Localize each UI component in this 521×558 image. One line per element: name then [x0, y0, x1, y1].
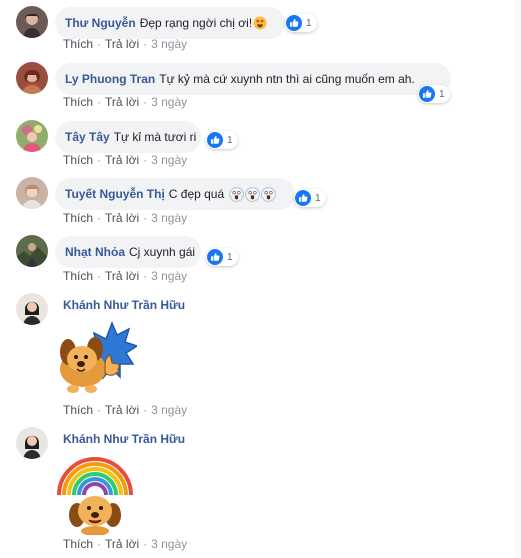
like-reaction-icon: [207, 249, 223, 265]
comment-author[interactable]: Thư Nguyễn: [65, 16, 136, 30]
separator: ·: [143, 537, 148, 551]
reply-link[interactable]: Trả lời: [105, 269, 139, 283]
like-link[interactable]: Thích: [63, 403, 93, 417]
comment-actions: Thích · Trả lời · 3 ngày: [63, 403, 187, 417]
timestamp[interactable]: 3 ngày: [151, 37, 187, 51]
avatar[interactable]: [16, 177, 48, 209]
reply-link[interactable]: Trả lời: [105, 537, 139, 551]
comment-thread: Thư Nguyễn Đẹp rạng ngời chị ơi! 1 Thích…: [0, 0, 521, 558]
separator: ·: [143, 153, 148, 167]
screaming-face-emoji-icon: [261, 186, 277, 202]
avatar[interactable]: [16, 62, 48, 94]
dog-thumbs-up-sticker: [55, 319, 139, 402]
separator: ·: [97, 95, 102, 109]
screaming-emoji-group: [228, 186, 277, 202]
separator: ·: [97, 537, 102, 551]
like-reaction-icon: [207, 132, 223, 148]
comment-bubble: Ly Phuong Tran Tự kỷ mà cứ xuynh ntn thì…: [55, 63, 451, 95]
timestamp[interactable]: 3 ngày: [151, 153, 187, 167]
separator: ·: [143, 37, 148, 51]
like-link[interactable]: Thích: [63, 211, 93, 225]
comment-text: Đẹp rạng ngời chị ơi!: [139, 16, 253, 30]
timestamp[interactable]: 3 ngày: [151, 403, 187, 417]
like-reaction-icon: [286, 15, 302, 31]
separator: ·: [143, 403, 148, 417]
separator: ·: [97, 153, 102, 167]
separator: ·: [97, 211, 102, 225]
avatar[interactable]: [16, 6, 48, 38]
comment-author[interactable]: Ly Phuong Tran: [65, 72, 155, 86]
scrollbar-track[interactable]: [515, 0, 521, 558]
timestamp[interactable]: 3 ngày: [151, 95, 187, 109]
reply-link[interactable]: Trả lời: [105, 403, 139, 417]
comment-author[interactable]: Tuyết Nguyễn Thị: [65, 187, 165, 201]
like-link[interactable]: Thích: [63, 37, 93, 51]
comment-author[interactable]: Tây Tây: [65, 130, 110, 144]
comment-author[interactable]: Khánh Như Trần Hữu: [63, 298, 185, 312]
separator: ·: [143, 95, 148, 109]
avatar[interactable]: [16, 235, 48, 267]
comment-author[interactable]: Nhạt Nhỏa: [65, 245, 125, 259]
reply-link[interactable]: Trả lời: [105, 37, 139, 51]
timestamp[interactable]: 3 ngày: [151, 537, 187, 551]
reaction-count[interactable]: 1: [418, 85, 450, 103]
comment-actions: Thích · Trả lời · 3 ngày: [63, 153, 187, 167]
separator: ·: [143, 211, 148, 225]
separator: ·: [97, 403, 102, 417]
comment-bubble: Tuyết Nguyễn Thị C đẹp quá: [55, 178, 295, 210]
reply-link[interactable]: Trả lời: [105, 95, 139, 109]
heart-eyes-emoji-icon: [253, 16, 267, 30]
reply-link[interactable]: Trả lời: [105, 153, 139, 167]
reply-link[interactable]: Trả lời: [105, 211, 139, 225]
dog-rainbow-sticker: [55, 453, 135, 538]
timestamp[interactable]: 3 ngày: [151, 211, 187, 225]
comment-text: Tự kỷ mà cứ xuynh ntn thì ai cũng muốn e…: [159, 72, 415, 86]
reaction-count[interactable]: 1: [294, 189, 326, 207]
comment-actions: Thích · Trả lời · 3 ngày: [63, 269, 187, 283]
comment-text: Cj xuynh gái: [129, 245, 196, 259]
screaming-face-emoji-icon: [229, 186, 245, 202]
comment-actions: Thích · Trả lời · 3 ngày: [63, 211, 187, 225]
comment-author[interactable]: Khánh Như Trần Hữu: [63, 432, 185, 446]
reaction-count[interactable]: 1: [206, 131, 238, 149]
comment-bubble: Tây Tây Tự kỉ mà tươi ri: [55, 121, 201, 153]
like-reaction-icon: [295, 190, 311, 206]
reaction-count[interactable]: 1: [285, 14, 317, 32]
comment-actions: Thích · Trả lời · 3 ngày: [63, 37, 187, 51]
like-link[interactable]: Thích: [63, 153, 93, 167]
avatar[interactable]: [16, 427, 48, 459]
like-link[interactable]: Thích: [63, 537, 93, 551]
comment-text: C đẹp quá: [168, 187, 225, 201]
screaming-face-emoji-icon: [245, 186, 261, 202]
avatar[interactable]: [16, 120, 48, 152]
comment-bubble: Nhạt Nhỏa Cj xuynh gái: [55, 236, 201, 268]
avatar[interactable]: [16, 293, 48, 325]
separator: ·: [97, 269, 102, 283]
reaction-count[interactable]: 1: [206, 248, 238, 266]
timestamp[interactable]: 3 ngày: [151, 269, 187, 283]
comment-bubble: Thư Nguyễn Đẹp rạng ngời chị ơi!: [55, 7, 285, 39]
comment-text: Tự kỉ mà tươi ri: [113, 130, 197, 144]
separator: ·: [97, 37, 102, 51]
like-reaction-icon: [419, 86, 435, 102]
like-link[interactable]: Thích: [63, 95, 93, 109]
comment-actions: Thích · Trả lời · 3 ngày: [63, 95, 187, 109]
like-link[interactable]: Thích: [63, 269, 93, 283]
comment-actions: Thích · Trả lời · 3 ngày: [63, 537, 187, 551]
separator: ·: [143, 269, 148, 283]
